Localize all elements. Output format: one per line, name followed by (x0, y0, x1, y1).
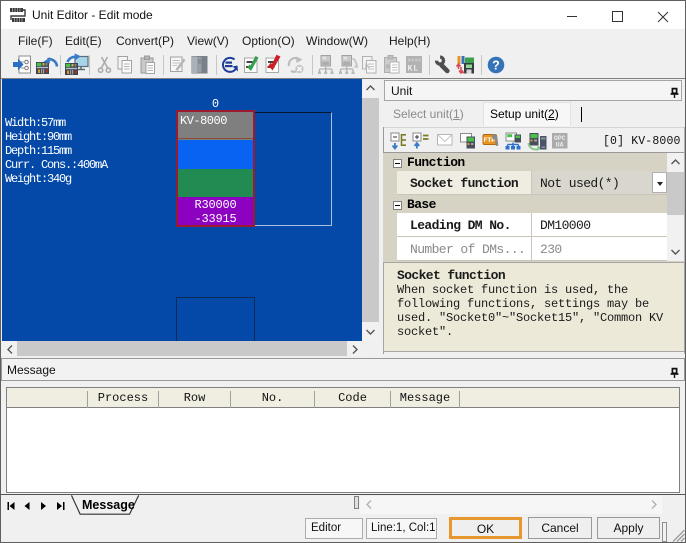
svg-text:KL: KL (408, 65, 420, 74)
svg-text:UA: UA (556, 142, 564, 149)
svg-text:?: ? (492, 59, 500, 73)
